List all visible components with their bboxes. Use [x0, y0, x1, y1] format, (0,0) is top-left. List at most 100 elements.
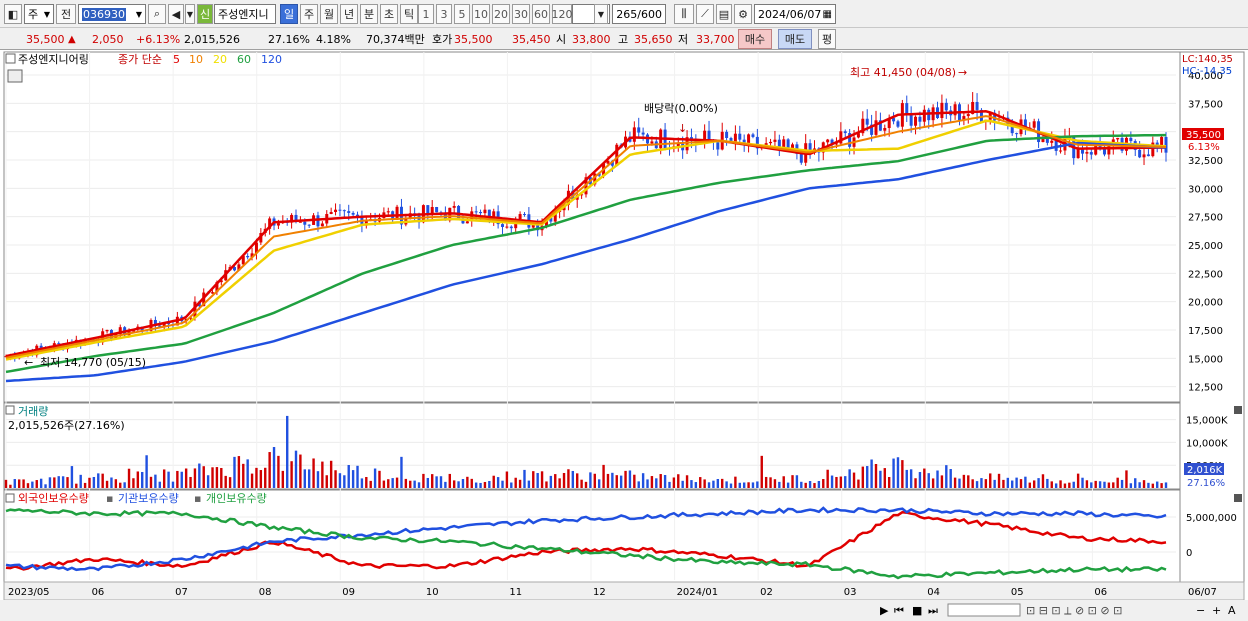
volume-bar [874, 463, 878, 488]
period-tab-1[interactable]: 주 [300, 4, 318, 24]
search-icon[interactable]: ⌕ [148, 4, 166, 24]
gear-icon[interactable]: ⚙ [734, 4, 752, 24]
volume-bar [334, 470, 337, 488]
volume-bar [576, 473, 579, 488]
date-field[interactable]: 2024/06/07 ▦ [754, 4, 836, 24]
candle-body [1015, 133, 1019, 135]
candle-body [944, 102, 948, 111]
volume-bar [461, 479, 465, 488]
volume-bar [760, 455, 763, 488]
price-tick-label: 32,500 [1188, 156, 1223, 167]
volume-bar [637, 481, 640, 488]
volume-bar [694, 482, 698, 488]
volume-tick-label: 10,000K [1186, 438, 1228, 449]
buy-button[interactable]: 매수 [738, 29, 772, 49]
prev-button[interactable]: 전 [56, 4, 76, 24]
speaker-icon[interactable]: ◀ [168, 4, 184, 24]
sell-button[interactable]: 매도 [778, 29, 812, 49]
window-icon[interactable]: ◧ [4, 4, 22, 24]
volume-bar [391, 478, 394, 488]
average-button[interactable]: 평 [818, 29, 836, 49]
volume-bar [479, 482, 482, 488]
table-icon[interactable] [7, 69, 23, 83]
close-icon[interactable] [1234, 494, 1242, 502]
volume-bar [510, 482, 513, 488]
volume-title: 거래량 [18, 405, 48, 418]
dropdown-icon[interactable]: ▼ [594, 4, 608, 24]
volume-bar [800, 481, 803, 488]
up-arrow-icon: ▲ [68, 33, 76, 45]
stock-name-field[interactable]: 주성엔지니 [214, 4, 276, 24]
candle-body [452, 205, 456, 208]
dropdown-icon[interactable]: ▼ [185, 4, 195, 24]
period-tab-3[interactable]: 년 [340, 4, 358, 24]
interval-button-10[interactable]: 10 [472, 4, 490, 24]
zoom-in-icon[interactable]: + [1212, 604, 1221, 617]
period-tab-4[interactable]: 분 [360, 4, 378, 24]
volume-bar [211, 467, 214, 488]
volume-bar [514, 477, 517, 488]
interval-button-3[interactable]: 3 [436, 4, 452, 24]
x-axis-label: 03 [844, 587, 857, 598]
candle-body [922, 109, 926, 122]
interval-button-30[interactable]: 30 [512, 4, 530, 24]
volume-bar [180, 471, 183, 488]
volume-bar [246, 459, 249, 488]
volume-bar [189, 476, 192, 488]
volume-bar [769, 477, 772, 488]
volume-bar [22, 479, 25, 488]
volume-bar [57, 476, 60, 488]
save-icon[interactable]: ▤ [716, 4, 732, 24]
volume-bar [989, 473, 992, 488]
volume-bar [1002, 479, 1005, 488]
interval-button-20[interactable]: 20 [492, 4, 510, 24]
zoom-out-icon[interactable]: − [1196, 604, 1205, 617]
low-label: 저 [678, 33, 689, 46]
interval-button-5[interactable]: 5 [454, 4, 470, 24]
volume-bar [136, 471, 140, 488]
volume-bar [896, 457, 900, 488]
high-arrow-icon: → [958, 66, 967, 79]
candle-body [1107, 145, 1111, 155]
volume-bar [808, 481, 812, 488]
count-field[interactable]: 265/600 [612, 4, 666, 24]
dividend-arrow-icon: ↓ [678, 122, 687, 135]
scroll-right-icon[interactable]: ▶ [880, 604, 889, 617]
period-tab-5[interactable]: 초 [380, 4, 398, 24]
period-tab-6[interactable]: 틱 [400, 4, 418, 24]
zoom-slider[interactable] [947, 603, 1021, 617]
legend-separator: ▪ [106, 492, 113, 505]
candle-body [1059, 150, 1063, 152]
x-axis-label: 2024/01 [677, 587, 719, 598]
current-price: 35,500 [26, 32, 65, 46]
interval-button-60[interactable]: 60 [532, 4, 550, 24]
volume-value: 2,015,526 [184, 32, 240, 46]
close-icon[interactable] [1234, 406, 1242, 414]
candle-body [843, 131, 847, 134]
stop-icon[interactable]: ■ [912, 604, 922, 617]
volume-bar [562, 472, 566, 488]
view-options-icons[interactable]: ⊡ ⊟ ⊡ ⟂ ⊘ ⊡ ⊘ ⊡ [1026, 604, 1122, 617]
candle-body [347, 211, 351, 213]
candle-icon[interactable]: ⫼ [674, 4, 694, 24]
font-size-icon[interactable]: A [1228, 604, 1236, 617]
volume-bar [312, 458, 315, 488]
x-axis-label: 06/07 [1188, 587, 1217, 598]
interval-button-120[interactable]: 120 [552, 4, 573, 24]
volume-bar [830, 475, 834, 488]
interval-button-1[interactable]: 1 [418, 4, 434, 24]
candle-body [786, 139, 790, 149]
volume-bar [615, 475, 618, 488]
period-tab-2[interactable]: 월 [320, 4, 338, 24]
draw-tool-icon[interactable]: ⟋ [696, 4, 714, 24]
volume-bar [277, 455, 280, 488]
stock-chart[interactable]: 40,00037,50035,00032,50030,00027,50025,0… [0, 50, 1248, 621]
market-select[interactable]: 주 ▼ [24, 4, 54, 24]
candle-body [637, 127, 641, 133]
stock-code-input[interactable]: 036930 ▼ [78, 4, 146, 24]
forward-icon[interactable]: ⏭ [928, 604, 938, 617]
rewind-icon[interactable]: ⏮ [894, 604, 904, 617]
volume-bar [1142, 480, 1146, 488]
volume-bar [492, 475, 495, 488]
period-tab-0[interactable]: 일 [280, 4, 298, 24]
